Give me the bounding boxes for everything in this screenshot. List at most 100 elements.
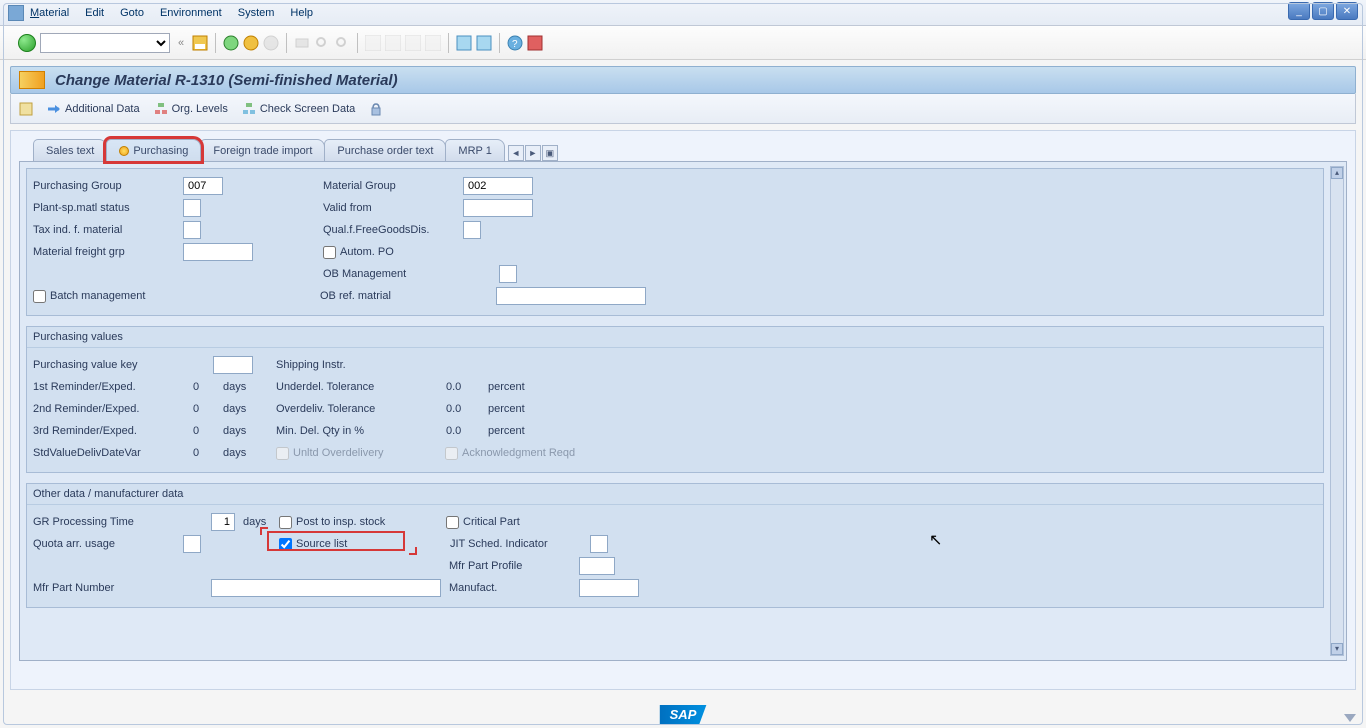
manufact-input[interactable]	[579, 579, 639, 597]
shortcut-icon[interactable]	[476, 35, 492, 51]
batch-mgmt-checkbox[interactable]	[33, 290, 46, 303]
corner-br	[409, 547, 417, 555]
first-page-icon[interactable]	[365, 35, 381, 51]
tab-scroll-right[interactable]: ►	[525, 145, 541, 161]
autom-po-checkbox[interactable]	[323, 246, 336, 259]
help-icon[interactable]: ?	[507, 35, 523, 51]
mdq-label: Min. Del. Qty in %	[276, 425, 446, 437]
mdq-value: 0.0	[446, 425, 476, 437]
mfr-profile-input[interactable]	[579, 557, 615, 575]
od-value: 0.0	[446, 403, 476, 415]
pvk-input[interactable]	[213, 356, 253, 374]
gr-input[interactable]	[211, 513, 235, 531]
btn-select-views[interactable]	[19, 102, 33, 116]
scroll-down-icon[interactable]: ▾	[1331, 643, 1343, 655]
body-area: Sales text Purchasing Foreign trade impo…	[10, 130, 1356, 690]
layout-icon[interactable]	[527, 35, 543, 51]
scroll-up-icon[interactable]: ▴	[1331, 167, 1343, 179]
tab-mrp1[interactable]: MRP 1	[445, 139, 504, 161]
back-icon[interactable]	[223, 35, 239, 51]
tax-ind-input[interactable]	[183, 221, 201, 239]
tab-label: Foreign trade import	[213, 145, 312, 157]
prev-page-icon[interactable]	[385, 35, 401, 51]
window-close[interactable]: ✕	[1336, 2, 1358, 20]
tab-scroll-left[interactable]: ◄	[508, 145, 524, 161]
qual-label: Qual.f.FreeGoodsDis.	[323, 224, 463, 236]
post-insp-checkbox[interactable]	[279, 516, 292, 529]
pvk-label: Purchasing value key	[33, 359, 213, 371]
chevron-left-icon[interactable]: «	[178, 37, 184, 49]
purch-group-label: Purchasing Group	[33, 180, 183, 192]
menu-material[interactable]: Material	[30, 7, 69, 19]
ack-label: Acknowledgment Reqd	[462, 447, 575, 459]
ob-mgmt-input[interactable]	[499, 265, 517, 283]
ship-label: Shipping Instr.	[276, 359, 416, 371]
tab-list-button[interactable]: ▣	[542, 145, 558, 161]
tab-label: Purchase order text	[337, 145, 433, 157]
window-minimize[interactable]: _	[1288, 2, 1310, 20]
btn-check-screen-data[interactable]: Check Screen Data	[242, 102, 355, 116]
pct-3: percent	[488, 425, 525, 437]
cancel-icon[interactable]	[263, 35, 279, 51]
pct-1: percent	[488, 381, 525, 393]
menu-system[interactable]: System	[238, 7, 275, 19]
menu-material-text: aterial	[39, 7, 69, 19]
tab-purchase-order-text[interactable]: Purchase order text	[324, 139, 446, 161]
statusbar-corner-icon[interactable]	[1344, 714, 1356, 722]
tax-ind-label: Tax ind. f. material	[33, 224, 183, 236]
enter-icon[interactable]	[18, 34, 36, 52]
material-group-input[interactable]	[463, 177, 533, 195]
tab-foreign-trade-import[interactable]: Foreign trade import	[200, 139, 325, 161]
gr-label: GR Processing Time	[33, 516, 211, 528]
r1-label: 1st Reminder/Exped.	[33, 381, 193, 393]
new-session-icon[interactable]	[456, 35, 472, 51]
print-icon[interactable]	[294, 35, 310, 51]
tab-strip: Sales text Purchasing Foreign trade impo…	[33, 139, 1355, 161]
window-maximize[interactable]: ▢	[1312, 2, 1334, 20]
valid-from-label: Valid from	[323, 202, 463, 214]
mfr-profile-label: Mfr Part Profile	[449, 560, 579, 572]
tab-label: Purchasing	[133, 145, 188, 157]
jit-input[interactable]	[590, 535, 608, 553]
menu-environment[interactable]: Environment	[160, 7, 222, 19]
tab-label: MRP 1	[458, 145, 491, 157]
menu-goto[interactable]: Goto	[120, 7, 144, 19]
od-label: Overdeliv. Tolerance	[276, 403, 446, 415]
ob-ref-input[interactable]	[496, 287, 646, 305]
tab-purchasing[interactable]: Purchasing	[106, 139, 201, 161]
page-titlebar: Change Material R-1310 (Semi-finished Ma…	[10, 66, 1356, 94]
next-page-icon[interactable]	[405, 35, 421, 51]
last-page-icon[interactable]	[425, 35, 441, 51]
purch-group-input[interactable]	[183, 177, 223, 195]
btn-org-levels[interactable]: Org. Levels	[154, 102, 228, 116]
pct-2: percent	[488, 403, 525, 415]
lock-icon	[369, 102, 383, 116]
additional-data-label: Additional Data	[65, 103, 140, 115]
autom-po-label: Autom. PO	[340, 246, 394, 258]
jit-label: JIT Sched. Indicator	[450, 538, 590, 550]
find-icon[interactable]	[314, 35, 330, 51]
window-controls: _ ▢ ✕	[1288, 2, 1358, 20]
scrollbar[interactable]: ▴ ▾	[1330, 166, 1344, 656]
quota-input[interactable]	[183, 535, 201, 553]
plant-status-label: Plant-sp.matl status	[33, 202, 183, 214]
plant-status-input[interactable]	[183, 199, 201, 217]
valid-from-input[interactable]	[463, 199, 533, 217]
menu-help[interactable]: Help	[290, 7, 313, 19]
btn-lock[interactable]	[369, 102, 383, 116]
menu-edit[interactable]: Edit	[85, 7, 104, 19]
tab-sales-text[interactable]: Sales text	[33, 139, 107, 161]
qual-input[interactable]	[463, 221, 481, 239]
mfr-partnum-input[interactable]	[211, 579, 441, 597]
freight-input[interactable]	[183, 243, 253, 261]
material-group-label: Material Group	[323, 180, 463, 192]
command-field[interactable]	[40, 33, 170, 53]
save-icon[interactable]	[192, 35, 208, 51]
exit-icon[interactable]	[243, 35, 259, 51]
tab-nav: ◄ ► ▣	[508, 145, 558, 161]
od-title: Other data / manufacturer data	[27, 484, 1323, 505]
title-icon	[19, 71, 45, 89]
find-next-icon[interactable]	[334, 35, 350, 51]
btn-additional-data[interactable]: Additional Data	[47, 102, 140, 116]
critical-part-checkbox[interactable]	[446, 516, 459, 529]
